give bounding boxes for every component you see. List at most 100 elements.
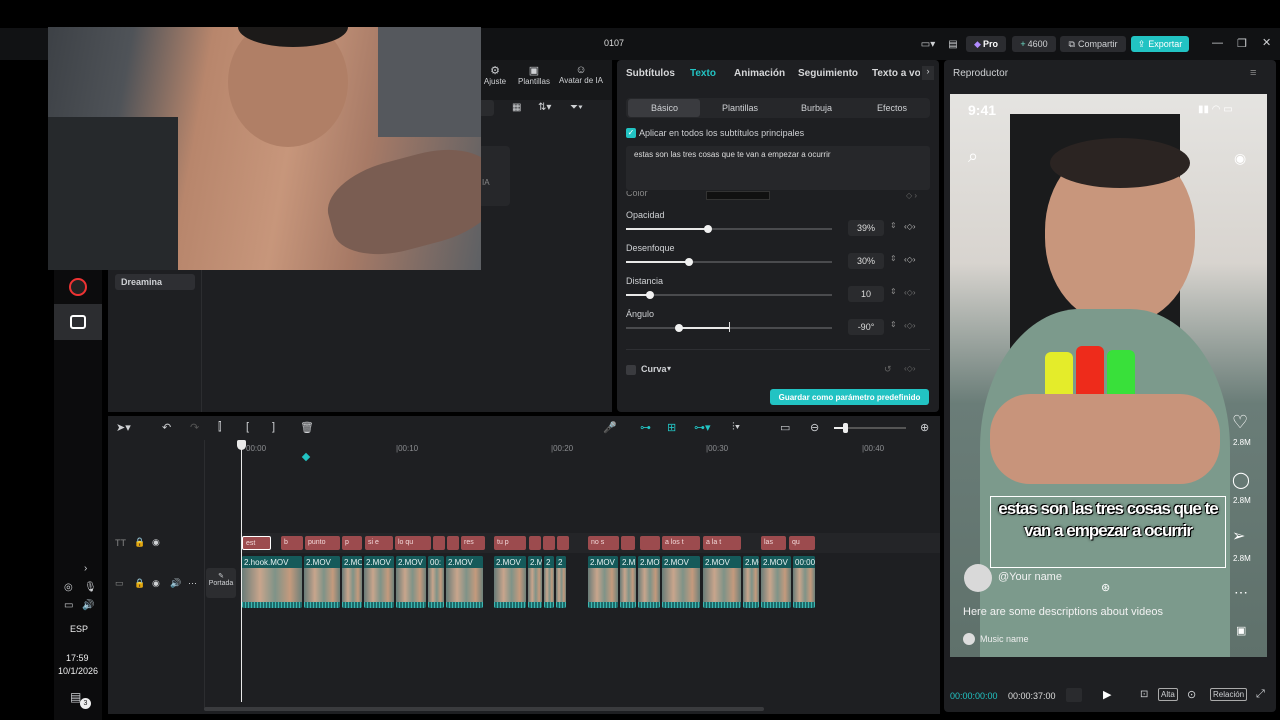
- tab-texto-a-voz[interactable]: Texto a vo: [872, 68, 920, 79]
- username[interactable]: @Your name: [998, 571, 1062, 583]
- magnet-icon[interactable]: ⊞: [667, 421, 676, 434]
- audio-icon[interactable]: 🔊: [170, 578, 181, 589]
- video-clip[interactable]: 2: [556, 556, 566, 608]
- video-clip[interactable]: 2.M: [528, 556, 542, 608]
- link-icon[interactable]: ⊶: [640, 421, 651, 434]
- distance-slider[interactable]: [626, 294, 832, 296]
- text-clip[interactable]: [447, 536, 459, 550]
- text-clip[interactable]: tu p: [494, 536, 526, 550]
- cover-button[interactable]: ✎ Portada: [206, 568, 236, 598]
- tab-seguimiento[interactable]: Seguimiento: [798, 68, 858, 79]
- dreamina-item[interactable]: Dreamina: [115, 274, 195, 290]
- chevron-right-icon[interactable]: ›: [84, 563, 87, 574]
- opacity-value[interactable]: 39%: [848, 220, 884, 236]
- trim-right-icon[interactable]: ]: [272, 421, 275, 433]
- more-icon[interactable]: ⋯: [188, 578, 197, 589]
- playhead[interactable]: [241, 440, 242, 702]
- text-clip[interactable]: [543, 536, 555, 550]
- volume-icon[interactable]: 🔊: [82, 600, 94, 611]
- select-tool-icon[interactable]: ➤▾: [116, 421, 131, 434]
- blur-knob[interactable]: [685, 258, 693, 266]
- video-clip[interactable]: 2: [544, 556, 554, 608]
- clock-time[interactable]: 17:59: [66, 653, 89, 663]
- blur-value[interactable]: 30%: [848, 253, 884, 269]
- undo-icon[interactable]: ↶: [162, 421, 171, 434]
- video-clip[interactable]: 2.MOV: [638, 556, 660, 608]
- filter-icon[interactable]: ⏷▾: [570, 102, 583, 113]
- curve-checkbox[interactable]: [626, 365, 636, 375]
- subtab-basico[interactable]: Básico: [651, 103, 678, 113]
- clock-date[interactable]: 10/1/2026: [58, 666, 98, 676]
- caption-text[interactable]: estas son las tres cosas que te van a em…: [992, 498, 1224, 542]
- opacity-knob[interactable]: [704, 225, 712, 233]
- angle-value[interactable]: -90°: [848, 319, 884, 335]
- export-button[interactable]: ⇪ Exportar: [1131, 36, 1189, 52]
- opacity-stepper[interactable]: ⇕: [890, 221, 897, 230]
- curve-keyframe-icon[interactable]: ‹◇›: [904, 364, 915, 373]
- rotate-handle-icon[interactable]: ⊛: [1101, 581, 1110, 594]
- subtab-plantillas[interactable]: Plantillas: [722, 103, 758, 113]
- timecode-toggle[interactable]: [1066, 688, 1082, 702]
- play-icon[interactable]: ▶: [1103, 688, 1111, 701]
- video-clip[interactable]: 2.MOV: [703, 556, 741, 608]
- zoom-out-icon[interactable]: ⊖: [810, 421, 819, 434]
- text-clip[interactable]: p: [342, 536, 362, 550]
- text-clip[interactable]: [529, 536, 541, 550]
- ai-card[interactable]: IA: [478, 146, 510, 206]
- text-clip[interactable]: a la t: [703, 536, 741, 550]
- text-clip[interactable]: punto: [305, 536, 340, 550]
- video-clip[interactable]: 2.MOV: [588, 556, 618, 608]
- video-clip[interactable]: 2.M: [620, 556, 636, 608]
- text-clip[interactable]: [621, 536, 635, 550]
- text-clip[interactable]: [640, 536, 660, 550]
- text-clip[interactable]: no s: [588, 536, 619, 550]
- fullscreen-preview-icon[interactable]: ⊡: [1140, 689, 1148, 700]
- maximize-icon[interactable]: ❐: [1237, 37, 1247, 50]
- reset-icon[interactable]: ↺: [884, 364, 892, 375]
- video-clip[interactable]: 00:: [428, 556, 444, 608]
- delete-icon[interactable]: 🗑: [300, 421, 314, 434]
- split-icon[interactable]: ⫿: [218, 421, 222, 434]
- distance-stepper[interactable]: ⇕: [890, 287, 897, 296]
- text-clip[interactable]: lo qu: [395, 536, 431, 550]
- video-clip[interactable]: 2.MOV: [304, 556, 340, 608]
- record-app-icon[interactable]: [54, 270, 102, 304]
- trim-left-icon[interactable]: [: [246, 421, 249, 433]
- video-clip[interactable]: 2.MOV: [364, 556, 394, 608]
- redo-icon[interactable]: ↷: [190, 421, 199, 434]
- video-clip[interactable]: 2.MOV: [743, 556, 759, 608]
- text-clip[interactable]: a los t: [662, 536, 700, 550]
- blur-stepper[interactable]: ⇕: [890, 254, 897, 263]
- focus-icon[interactable]: ⊙: [1187, 688, 1196, 701]
- eye-icon[interactable]: ◉: [152, 578, 160, 589]
- video-clip[interactable]: 2.MOV: [396, 556, 426, 608]
- video-clip[interactable]: 2.MOV: [446, 556, 483, 608]
- avatar[interactable]: [964, 564, 992, 592]
- video-clip[interactable]: 2.MOV: [342, 556, 362, 608]
- lock-icon[interactable]: 🔒: [134, 578, 145, 589]
- angle-stepper[interactable]: ⇕: [890, 320, 897, 329]
- save-preset-button[interactable]: Guardar como parámetro predefinido: [770, 389, 929, 405]
- text-clip[interactable]: est: [242, 536, 271, 550]
- search-icon[interactable]: ⌕: [968, 146, 978, 167]
- text-clip[interactable]: si e: [365, 536, 393, 550]
- layout-icon[interactable]: ▭▾: [914, 36, 942, 52]
- text-clip[interactable]: las: [761, 536, 786, 550]
- sort-icon[interactable]: ⇅▾: [538, 102, 551, 113]
- shortcut-icon[interactable]: ▤: [944, 36, 962, 52]
- video-clip[interactable]: 2.MOV: [761, 556, 791, 608]
- microphone-icon[interactable]: 🎤: [603, 421, 617, 434]
- eye-icon[interactable]: ◉: [152, 537, 160, 548]
- plantillas-tab[interactable]: ▣ Plantillas: [514, 64, 554, 86]
- quality-button[interactable]: Alta: [1158, 688, 1178, 701]
- network-icon[interactable]: ▭: [64, 600, 73, 611]
- timeline-scrollbar[interactable]: [204, 707, 764, 711]
- expand-icon[interactable]: ⤢: [1256, 688, 1265, 701]
- keyframe-icon[interactable]: ◇ ›: [906, 191, 917, 200]
- tab-texto[interactable]: Texto: [690, 68, 716, 79]
- distance-value[interactable]: 10: [848, 286, 884, 302]
- camera-icon[interactable]: ◎: [64, 582, 73, 593]
- zoom-knob[interactable]: [843, 423, 848, 433]
- tab-subtitulos[interactable]: Subtítulos: [626, 68, 675, 79]
- lock-icon[interactable]: 🔒: [134, 537, 145, 548]
